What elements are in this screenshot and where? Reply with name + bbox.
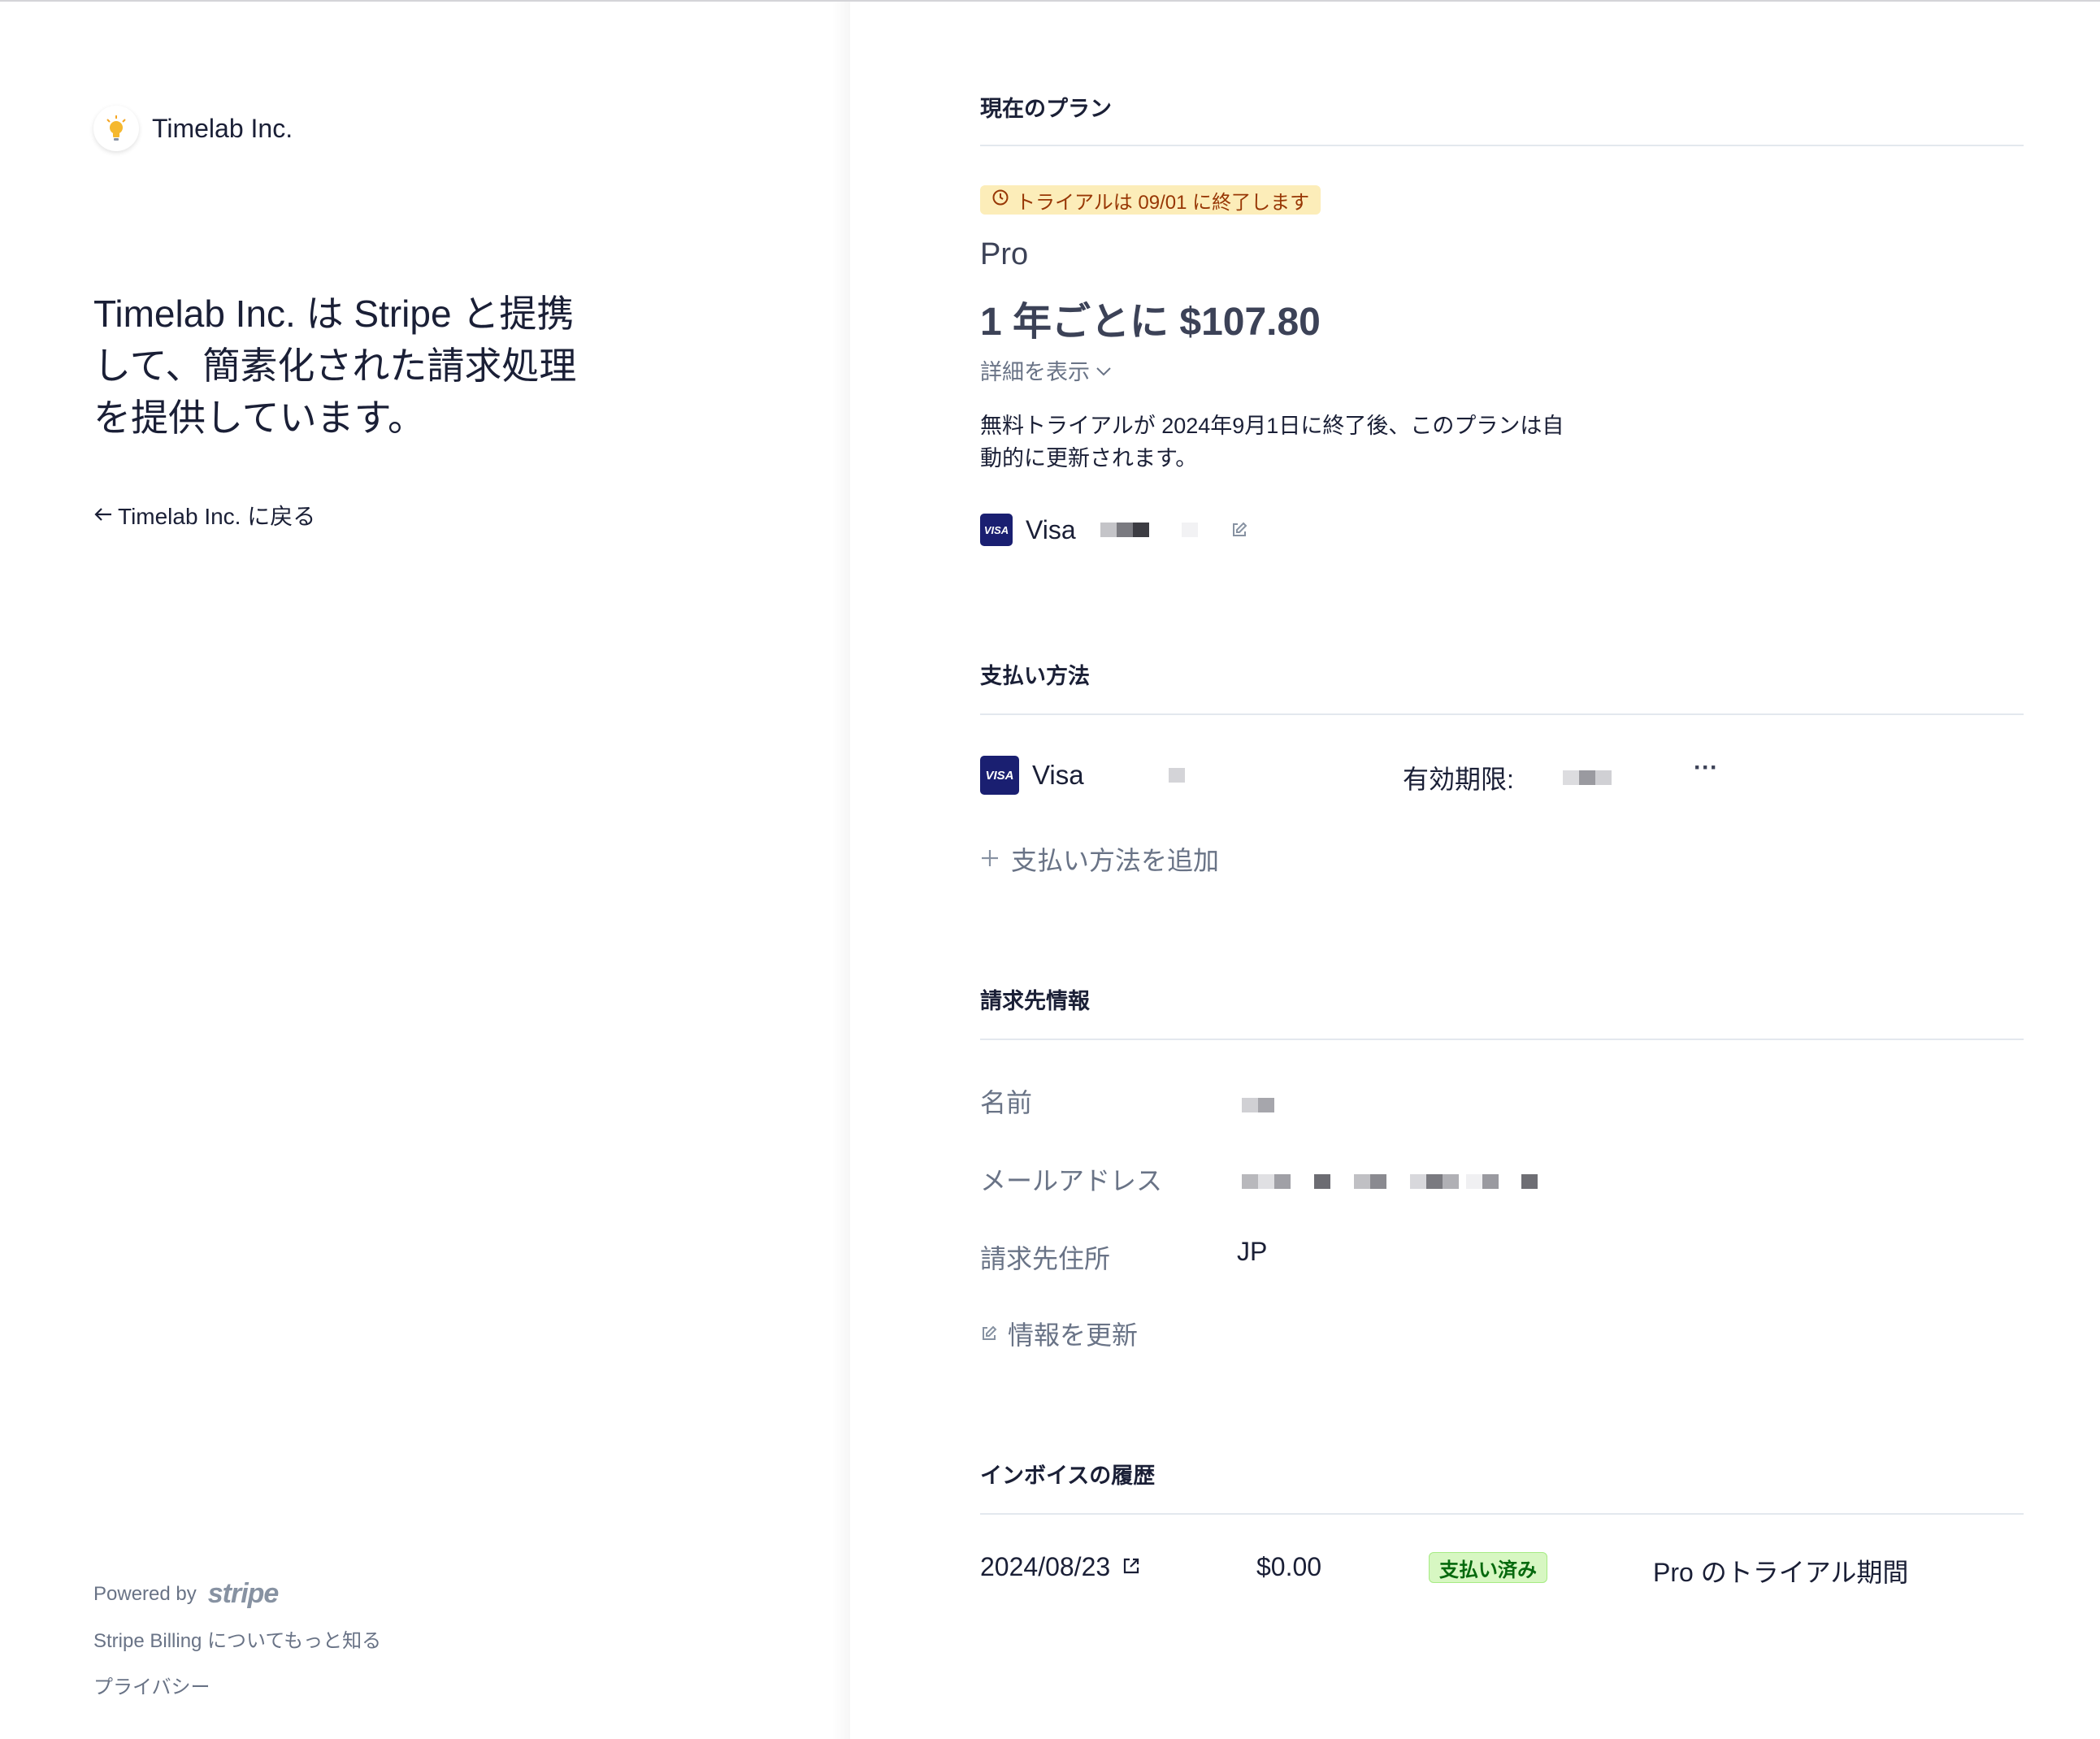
payment-method-row: VISA Visa: [980, 756, 1185, 795]
plan-name: Pro: [980, 237, 1029, 271]
clock-icon: [991, 189, 1009, 212]
panel-shadow: [832, 2, 850, 1739]
trial-badge-label: トライアルは 09/01 に終了します: [1016, 191, 1310, 214]
billing-address-value: JP: [1237, 1237, 1268, 1266]
powered-by-label: Powered by: [93, 1582, 197, 1605]
invoice-description: Pro のトライアル期間: [1653, 1558, 1909, 1587]
more-options-button[interactable]: ···: [1694, 754, 1718, 782]
billing-address-label: 請求先住所: [980, 1244, 1111, 1273]
back-link-label: Timelab Inc. に戻る: [118, 504, 316, 529]
trial-badge: トライアルは 09/01 に終了します: [980, 185, 1321, 215]
add-payment-method-button[interactable]: 支払い方法を追加: [980, 840, 1219, 878]
section-divider: [980, 145, 2024, 146]
section-divider: [980, 1513, 2024, 1515]
expiry-label: 有効期限:: [1403, 765, 1514, 794]
powered-by[interactable]: Powered by stripe: [93, 1578, 381, 1610]
redacted-card-number: [1100, 523, 1149, 537]
redacted-card-digits: [1181, 523, 1198, 537]
add-payment-method-label: 支払い方法を追加: [1011, 846, 1220, 875]
plan-card-row: VISA Visa: [980, 514, 1248, 546]
section-divider: [980, 713, 2024, 715]
merchant-name: Timelab Inc.: [152, 113, 293, 143]
redacted-card-number: [1168, 768, 1185, 783]
plan-price: 1 年ごとに $107.80: [980, 301, 1321, 344]
invoice-amount: $0.00: [1256, 1552, 1322, 1581]
update-info-label: 情報を更新: [1008, 1321, 1139, 1350]
edit-icon: [980, 1319, 998, 1349]
footer: Powered by stripe Stripe Billing についてもっと…: [93, 1578, 381, 1699]
external-link-icon: [1122, 1552, 1141, 1582]
edit-icon[interactable]: [1230, 521, 1248, 539]
email-label: メールアドレス: [980, 1166, 1163, 1195]
invoice-date: 2024/08/23: [980, 1552, 1111, 1581]
redacted-name: [1242, 1089, 1274, 1119]
merchant-brand[interactable]: Timelab Inc.: [93, 106, 293, 151]
merchant-tagline: Timelab Inc. は Stripe と提携して、簡素化された請求処理を提…: [93, 293, 577, 439]
stripe-logo: stripe: [207, 1578, 280, 1609]
arrow-left-icon: [93, 502, 113, 528]
visa-card-icon: VISA: [980, 756, 1019, 795]
current-plan-title: 現在のプラン: [980, 97, 1112, 121]
payment-expiry: 有効期限:: [1403, 759, 1612, 796]
privacy-link[interactable]: プライバシー: [93, 1671, 381, 1699]
section-divider: [980, 1039, 2024, 1040]
billing-panel: 現在のプラン トライアルは 09/01 に終了します Pro 1 年ごとに $1…: [850, 2, 2100, 1739]
visa-card-icon: VISA: [980, 514, 1013, 546]
name-label: 名前: [980, 1088, 1033, 1117]
invoice-history-title: インボイスの履歴: [980, 1464, 1156, 1488]
payment-methods-title: 支払い方法: [980, 664, 1090, 688]
payment-card-brand: Visa: [1032, 760, 1084, 790]
update-info-button[interactable]: 情報を更新: [980, 1315, 1138, 1352]
chevron-down-icon: [1095, 358, 1113, 383]
payment-methods-section: 支払い方法 VISA Visa 有効期限: ··· 支払い方法を追加: [980, 658, 2024, 902]
show-details-toggle[interactable]: 詳細を表示: [980, 354, 1113, 386]
show-details-label: 詳細を表示: [980, 360, 1090, 384]
billing-info-section: 請求先情報 名前 メールアドレス 請求先住所 JP 情報を更新: [980, 983, 2024, 1357]
merchant-panel: Timelab Inc. Timelab Inc. は Stripe と提携して…: [0, 2, 848, 1739]
invoice-history-section: インボイスの履歴 2024/08/23 $0.00 支払い済み Pro のトライ…: [980, 1458, 2024, 1637]
invoice-row[interactable]: 2024/08/23 $0.00 支払い済み Pro のトライアル期間: [980, 1552, 2024, 1593]
back-to-merchant-link[interactable]: Timelab Inc. に戻る: [93, 499, 315, 531]
plan-description: 無料トライアルが 2024年9月1日に終了後、このプランは自動的に更新されます。: [980, 414, 1564, 471]
current-plan-section: 現在のプラン トライアルは 09/01 に終了します Pro 1 年ごとに $1…: [980, 91, 2024, 579]
invoice-date-link[interactable]: 2024/08/23: [980, 1552, 1141, 1582]
paid-status-badge: 支払い済み: [1429, 1552, 1547, 1583]
plus-icon: [980, 844, 1000, 874]
redacted-email: [1242, 1165, 1538, 1195]
plan-card-brand: Visa: [1026, 514, 1076, 544]
lightbulb-icon: [93, 106, 139, 151]
redacted-expiry: [1562, 770, 1612, 785]
billing-info-title: 請求先情報: [980, 989, 1090, 1013]
learn-more-link[interactable]: Stripe Billing についてもっと知る: [93, 1624, 381, 1653]
